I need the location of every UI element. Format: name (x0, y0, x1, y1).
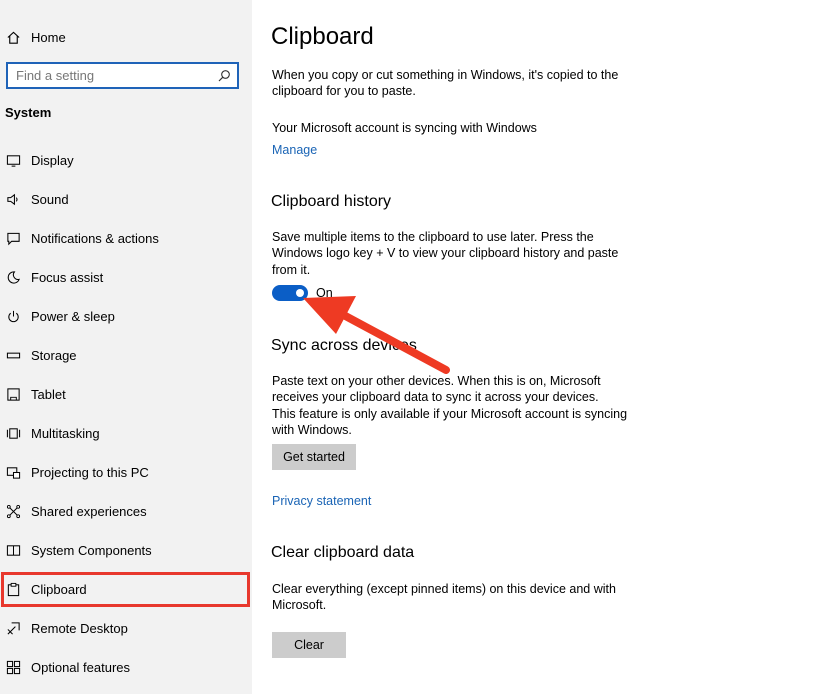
sidebar-item-tablet[interactable]: Tablet (0, 375, 252, 413)
clear-description: Clear everything (except pinned items) o… (272, 582, 616, 613)
sidebar-item-label: Sound (31, 191, 69, 207)
notification-icon (5, 230, 21, 246)
speaker-icon (5, 191, 21, 207)
toggle-knob (296, 289, 304, 297)
moon-icon (5, 269, 21, 285)
sidebar-item-label: Projecting to this PC (31, 464, 149, 480)
power-icon (5, 308, 21, 324)
sidebar-item-optional-features[interactable]: Optional features (0, 648, 252, 686)
sidebar-item-shared-experiences[interactable]: Shared experiences (0, 492, 252, 530)
features-icon (5, 659, 21, 675)
components-icon (5, 542, 21, 558)
sync-across-devices-title: Sync across devices (271, 337, 417, 354)
sidebar-item-label: Multitasking (31, 425, 100, 441)
search-icon[interactable] (217, 69, 231, 83)
search-box (6, 62, 239, 89)
sidebar-item-label: Remote Desktop (31, 620, 128, 636)
sidebar-item-multitasking[interactable]: Multitasking (0, 414, 252, 452)
projecting-icon (5, 464, 21, 480)
tablet-icon (5, 386, 21, 402)
section-heading: System (5, 105, 52, 120)
sidebar-item-remote-desktop[interactable]: Remote Desktop (0, 609, 252, 647)
sidebar-item-label: System Components (31, 542, 152, 558)
sidebar-item-label: Notifications & actions (31, 230, 159, 246)
shared-icon (5, 503, 21, 519)
sidebar-item-label: Home (31, 29, 66, 45)
sidebar-item-display[interactable]: Display (0, 141, 252, 179)
intro-text: When you copy or cut something in Window… (272, 68, 619, 99)
sidebar-item-focus-assist[interactable]: Focus assist (0, 258, 252, 296)
monitor-icon (5, 152, 21, 168)
home-icon (5, 29, 21, 45)
main-content: Clipboard When you copy or cut something… (252, 0, 825, 694)
clipboard-history-description: Save multiple items to the clipboard to … (272, 230, 619, 277)
sync-status-text: Your Microsoft account is syncing with W… (272, 121, 537, 135)
toggle-state-label: On (316, 286, 333, 300)
remote-desktop-icon (5, 620, 21, 636)
sidebar-item-label: Tablet (31, 386, 66, 402)
clear-button[interactable]: Clear (272, 632, 346, 658)
sidebar-item-projecting[interactable]: Projecting to this PC (0, 453, 252, 491)
get-started-button[interactable]: Get started (272, 444, 356, 470)
clear-clipboard-title: Clear clipboard data (271, 544, 415, 561)
sidebar-item-label: Storage (31, 347, 77, 363)
sidebar-item-system-components[interactable]: System Components (0, 531, 252, 569)
multitasking-icon (5, 425, 21, 441)
privacy-statement-link[interactable]: Privacy statement (272, 494, 371, 508)
sidebar-item-home[interactable]: Home (0, 18, 252, 56)
sidebar-item-power-sleep[interactable]: Power & sleep (0, 297, 252, 335)
sidebar-item-label: Display (31, 152, 74, 168)
sidebar-item-label: Focus assist (31, 269, 104, 285)
storage-icon (5, 347, 21, 363)
clipboard-history-title: Clipboard history (271, 193, 392, 210)
selected-item-highlight (1, 572, 250, 607)
clipboard-history-toggle[interactable] (272, 285, 308, 301)
sidebar-item-storage[interactable]: Storage (0, 336, 252, 374)
sidebar-item-sound[interactable]: Sound (0, 180, 252, 218)
sync-description: Paste text on your other devices. When t… (272, 374, 601, 405)
sidebar-item-label: Optional features (31, 659, 131, 675)
page-title: Clipboard (271, 23, 374, 50)
sync-availability-note: This feature is only available if your M… (272, 407, 628, 438)
sidebar-item-label: Shared experiences (31, 503, 147, 519)
sidebar-item-label: Power & sleep (31, 308, 115, 324)
sidebar-item-notifications[interactable]: Notifications & actions (0, 219, 252, 257)
sidebar: Home System Display Sound Notifications … (0, 0, 252, 694)
search-input[interactable] (8, 64, 217, 87)
manage-link[interactable]: Manage (272, 143, 317, 157)
